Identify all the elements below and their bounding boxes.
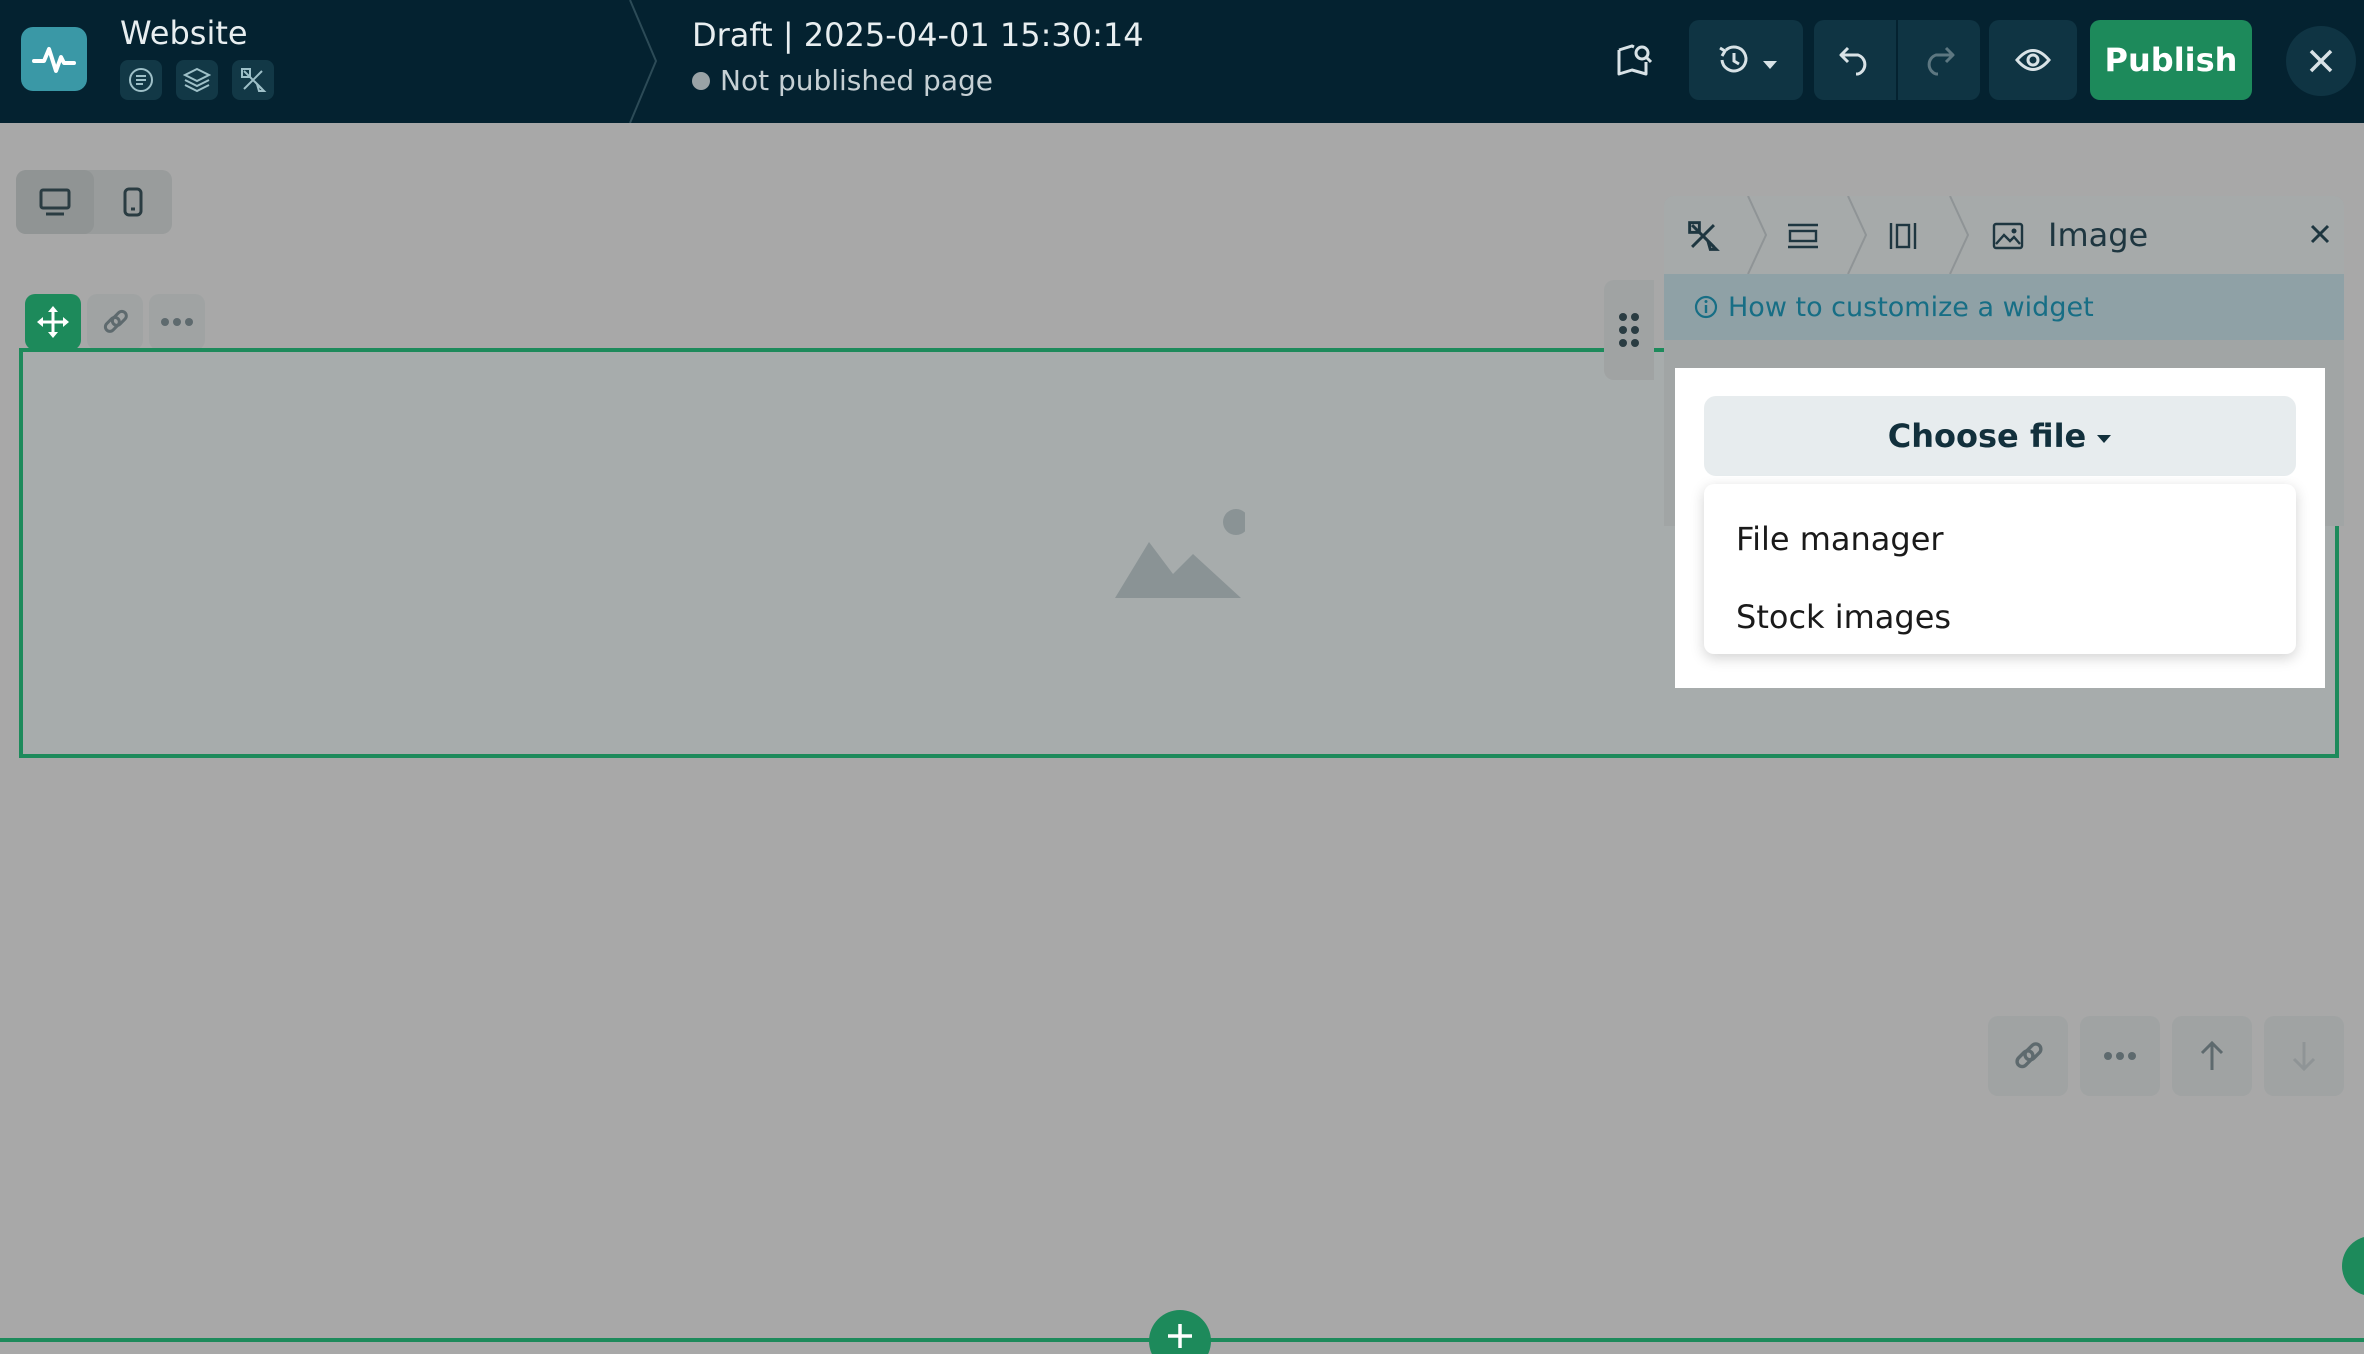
- panel-drag-handle[interactable]: [1604, 280, 1654, 380]
- device-toggle: [16, 170, 172, 234]
- close-icon: [2310, 224, 2330, 244]
- section-more-button[interactable]: [2080, 1016, 2160, 1096]
- redo-button[interactable]: [1898, 20, 1980, 100]
- chevron-down-icon: [2097, 435, 2112, 443]
- publish-button[interactable]: Publish: [2090, 20, 2252, 100]
- widget-more-button[interactable]: [149, 294, 205, 350]
- image-icon: [1992, 222, 2024, 250]
- chevron-down-icon: [1763, 61, 1777, 69]
- crumb-image[interactable]: [1992, 214, 2024, 258]
- layers-button[interactable]: [176, 60, 218, 100]
- link-icon: [103, 309, 128, 333]
- pages-button[interactable]: [120, 60, 162, 100]
- design-tools-icon: [241, 68, 267, 92]
- panel-breadcrumb: Image: [1664, 196, 2344, 274]
- close-editor-button[interactable]: [2286, 26, 2356, 96]
- close-icon: [2309, 49, 2333, 73]
- crumb-design[interactable]: [1686, 214, 1720, 258]
- dropdown-item-stock-images[interactable]: Stock images: [1704, 578, 2296, 656]
- panel-title: Image: [2048, 216, 2149, 254]
- preview-button[interactable]: [1989, 20, 2077, 100]
- image-placeholder-icon: [1115, 509, 1245, 598]
- desktop-view-button[interactable]: [16, 170, 94, 234]
- choose-file-dropdown: File manager Stock images: [1704, 484, 2296, 654]
- move-section-down-button[interactable]: [2264, 1016, 2344, 1096]
- add-section-button[interactable]: [1149, 1310, 1211, 1354]
- info-icon: [1694, 295, 1718, 319]
- layers-icon: [183, 67, 211, 93]
- draft-title: Draft | 2025-04-01 15:30:14: [692, 16, 1144, 54]
- move-section-up-button[interactable]: [2172, 1016, 2252, 1096]
- header-divider: [629, 0, 658, 123]
- desktop-icon: [39, 188, 71, 216]
- file-chooser-card: Choose file File manager Stock images: [1675, 368, 2325, 688]
- site-name: Website: [120, 14, 248, 52]
- panel-close-button[interactable]: [2304, 218, 2336, 250]
- move-icon: [37, 306, 69, 338]
- history-icon: [1719, 45, 1748, 73]
- pulse-icon: [32, 47, 76, 73]
- link-icon: [2015, 1042, 2043, 1069]
- drag-dots-icon: [1619, 313, 1639, 347]
- site-tools: [120, 60, 274, 100]
- crumb-separator: [1847, 196, 1868, 274]
- arrow-up-icon: [2200, 1040, 2224, 1070]
- book-search-icon: [1617, 44, 1653, 76]
- crumb-section[interactable]: [1786, 214, 1820, 258]
- crumb-separator: [1949, 196, 1970, 274]
- help-link[interactable]: How to customize a widget: [1728, 292, 2094, 323]
- mobile-view-button[interactable]: [94, 170, 172, 234]
- more-horizontal-icon: [161, 318, 193, 326]
- choose-file-button[interactable]: Choose file: [1704, 396, 2296, 476]
- mobile-icon: [123, 187, 143, 217]
- design-button[interactable]: [232, 60, 274, 100]
- choose-file-label: Choose file: [1887, 417, 2087, 455]
- column-icon: [1889, 223, 1917, 249]
- section-controls: [1988, 1016, 2344, 1096]
- status-text: Not published page: [720, 64, 993, 97]
- eye-icon: [2015, 49, 2051, 71]
- app-logo[interactable]: [21, 27, 87, 91]
- crumb-column[interactable]: [1888, 214, 1918, 258]
- design-tools-icon: [1688, 221, 1720, 251]
- top-bar: Website Draft | 2025-04-01 15:30:14 Not …: [0, 0, 2364, 123]
- publish-status: Not published page: [692, 64, 993, 97]
- arrow-down-icon: [2292, 1042, 2316, 1072]
- help-row: How to customize a widget: [1664, 274, 2344, 340]
- guide-button[interactable]: [1600, 20, 1670, 100]
- undo-icon: [1839, 46, 1867, 76]
- section-icon: [1788, 223, 1818, 249]
- plus-icon: [1168, 1324, 1192, 1348]
- side-add-button[interactable]: [2342, 1236, 2364, 1296]
- widget-toolbar: [25, 294, 205, 350]
- crumb-separator: [1747, 196, 1768, 274]
- more-horizontal-icon: [2104, 1052, 2136, 1060]
- undo-button[interactable]: [1814, 20, 1896, 100]
- dropdown-item-file-manager[interactable]: File manager: [1704, 500, 2296, 578]
- redo-icon: [1927, 46, 1955, 76]
- move-widget-button[interactable]: [25, 294, 81, 350]
- section-link-button[interactable]: [1988, 1016, 2068, 1096]
- widget-link-button[interactable]: [87, 294, 143, 350]
- history-button[interactable]: [1689, 20, 1803, 100]
- page-icon: [129, 68, 153, 92]
- status-dot-icon: [692, 71, 710, 90]
